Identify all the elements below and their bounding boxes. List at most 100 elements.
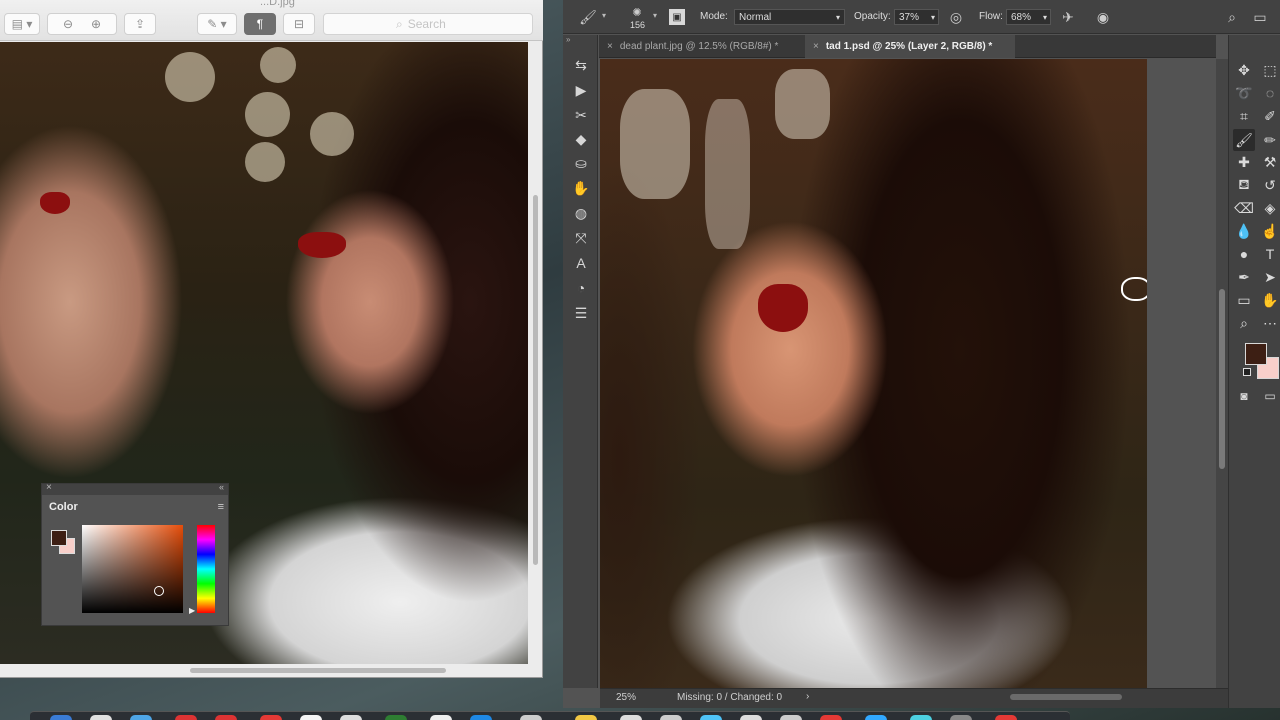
pen-tool-icon[interactable]: ✒ bbox=[1233, 266, 1255, 288]
healing-tool-icon[interactable]: ✚ bbox=[1233, 151, 1255, 173]
dock-app-icon[interactable] bbox=[660, 715, 682, 720]
opacity-field[interactable]: 37% ▾ bbox=[894, 9, 939, 25]
markup-button[interactable]: ✎ ▾ bbox=[197, 13, 237, 35]
hand-tool-icon[interactable]: ✋ bbox=[1259, 289, 1280, 311]
dock-app-icon[interactable] bbox=[175, 715, 197, 720]
marquee-tool-icon[interactable]: ⬚ bbox=[1259, 59, 1280, 81]
dock-app-icon[interactable] bbox=[300, 715, 322, 720]
dock-app-icon[interactable] bbox=[820, 715, 842, 720]
quick-mask-icon[interactable]: ◙ bbox=[1233, 385, 1255, 407]
dock-app-icon[interactable] bbox=[385, 715, 407, 720]
paths-icon[interactable]: ⤧ bbox=[571, 228, 591, 248]
layers-icon[interactable]: ◆ bbox=[571, 129, 591, 149]
search-field[interactable]: ⌕ Search bbox=[323, 13, 533, 35]
dock-app-icon[interactable] bbox=[950, 715, 972, 720]
dock-app-icon[interactable] bbox=[740, 715, 762, 720]
scrollbar-thumb[interactable] bbox=[1219, 289, 1225, 469]
path-select-tool-icon[interactable]: ➤ bbox=[1259, 266, 1280, 288]
horizontal-scrollbar[interactable] bbox=[190, 668, 446, 673]
dock-app-icon[interactable] bbox=[995, 715, 1017, 720]
tab-dead-plant[interactable]: × dead plant.jpg @ 12.5% (RGB/8#) * bbox=[599, 35, 804, 58]
workspace-icon[interactable]: ▭ bbox=[1251, 8, 1269, 26]
history-icon[interactable]: ⇆ bbox=[571, 55, 591, 75]
clone-stamp-tool-icon[interactable]: ⛾ bbox=[1233, 174, 1255, 196]
document-canvas[interactable] bbox=[600, 59, 1147, 688]
brush-panel-icon[interactable]: ▣ bbox=[669, 9, 685, 25]
quick-select-tool-icon[interactable]: ◌ bbox=[1259, 82, 1280, 104]
dock-app-icon[interactable] bbox=[470, 715, 492, 720]
toolbox-button[interactable]: ⊟ bbox=[283, 13, 315, 35]
dock-app-icon[interactable] bbox=[215, 715, 237, 720]
move-tool-icon[interactable]: ✥ bbox=[1233, 59, 1255, 81]
brush-tool-icon[interactable]: 🖌 bbox=[1233, 129, 1255, 151]
dock-app-icon[interactable] bbox=[90, 715, 112, 720]
foreground-color-swatch[interactable] bbox=[51, 530, 67, 546]
type-tool-icon[interactable]: T bbox=[1259, 243, 1280, 265]
horizontal-scrollbar[interactable] bbox=[1010, 694, 1122, 700]
shape-tool-icon[interactable]: ▭ bbox=[1233, 289, 1255, 311]
more-tools-icon[interactable]: ⋯ bbox=[1259, 312, 1280, 334]
pressure-size-icon[interactable]: ◉ bbox=[1094, 8, 1112, 26]
mixer-brush-tool-icon[interactable]: ⚒ bbox=[1259, 151, 1280, 173]
share-button[interactable]: ⇪ bbox=[124, 13, 156, 35]
flow-field[interactable]: 68% ▾ bbox=[1006, 9, 1051, 25]
history-brush-tool-icon[interactable]: ↺ bbox=[1259, 174, 1280, 196]
zoom-level[interactable]: 25% bbox=[616, 692, 636, 703]
sidebar-toggle-button[interactable]: ▤ ▾ bbox=[4, 13, 40, 35]
dock-app-icon[interactable] bbox=[865, 715, 887, 720]
vertical-scrollbar[interactable] bbox=[533, 195, 538, 565]
mode-dropdown[interactable]: Normal ▾ bbox=[734, 9, 845, 25]
screen-mode-icon[interactable]: ▭ bbox=[1259, 385, 1280, 407]
zoom-out-icon[interactable]: ⊖ bbox=[63, 17, 73, 31]
crop-tool-icon[interactable]: ⌗ bbox=[1233, 105, 1255, 127]
pressure-opacity-icon[interactable]: ◎ bbox=[947, 8, 965, 26]
text-selection-button[interactable]: ¶ bbox=[244, 13, 276, 35]
default-colors-icon[interactable] bbox=[1243, 368, 1251, 376]
dock-app-icon[interactable] bbox=[130, 715, 152, 720]
lasso-tool-icon[interactable]: ➰ bbox=[1233, 82, 1255, 104]
actions-play-icon[interactable]: ▶ bbox=[571, 80, 591, 100]
zoom-in-icon[interactable]: ⊕ bbox=[91, 17, 101, 31]
collapse-icon[interactable]: « bbox=[219, 482, 224, 492]
eyedropper-tool-icon[interactable]: ✐ bbox=[1259, 105, 1280, 127]
dock-app-icon[interactable] bbox=[260, 715, 282, 720]
dock-app-icon[interactable] bbox=[575, 715, 597, 720]
clone-source-icon[interactable]: ⛀ bbox=[571, 153, 591, 173]
dock-app-icon[interactable] bbox=[520, 715, 542, 720]
blur-tool-icon[interactable]: 💧 bbox=[1233, 220, 1255, 242]
chevron-right-icon[interactable]: › bbox=[806, 691, 809, 702]
airbrush-icon[interactable]: ✈ bbox=[1059, 8, 1077, 26]
chevron-down-icon[interactable]: ▾ bbox=[602, 11, 606, 20]
vertical-scrollbar[interactable] bbox=[1216, 59, 1228, 688]
paint-bucket-tool-icon[interactable]: ◈ bbox=[1259, 197, 1280, 219]
saturation-brightness-field[interactable] bbox=[82, 525, 183, 613]
properties-icon[interactable]: ☰ bbox=[571, 303, 591, 323]
dock-app-icon[interactable] bbox=[700, 715, 722, 720]
hue-pointer-icon[interactable]: ▶ bbox=[189, 606, 195, 615]
dock-app-icon[interactable] bbox=[620, 715, 642, 720]
styles-icon[interactable]: ◔ bbox=[571, 278, 591, 298]
dock-app-icon[interactable] bbox=[430, 715, 452, 720]
foreground-color-swatch[interactable] bbox=[1245, 343, 1267, 365]
adjustments-icon[interactable]: ✂ bbox=[571, 105, 591, 125]
dock-app-icon[interactable] bbox=[340, 715, 362, 720]
dock-app-icon[interactable] bbox=[910, 715, 932, 720]
dock-app-icon[interactable] bbox=[50, 715, 72, 720]
tab-tad-1[interactable]: × tad 1.psd @ 25% (Layer 2, RGB/8) * bbox=[805, 35, 1015, 58]
dodge-tool-icon[interactable]: ● bbox=[1233, 243, 1255, 265]
brush-preset-icon[interactable]: ✺ bbox=[628, 3, 646, 21]
color-picker-cursor[interactable] bbox=[154, 586, 164, 596]
character-icon[interactable]: A bbox=[571, 253, 591, 273]
zoom-tool-icon[interactable]: ⌕ bbox=[1233, 312, 1255, 334]
dock-app-icon[interactable] bbox=[780, 715, 802, 720]
close-icon[interactable]: × bbox=[813, 41, 819, 52]
close-icon[interactable]: × bbox=[607, 41, 613, 52]
collapse-icon[interactable]: » bbox=[566, 35, 570, 44]
search-icon[interactable]: ⌕ bbox=[1223, 8, 1241, 26]
chevron-down-icon[interactable]: ▾ bbox=[653, 11, 657, 20]
pencil-tool-icon[interactable]: ✏ bbox=[1259, 129, 1280, 151]
close-icon[interactable]: × bbox=[46, 482, 52, 493]
brush-tool-icon[interactable]: 🖌 bbox=[579, 8, 597, 26]
channels-icon[interactable]: ◍ bbox=[571, 203, 591, 223]
hue-slider[interactable] bbox=[197, 525, 215, 613]
